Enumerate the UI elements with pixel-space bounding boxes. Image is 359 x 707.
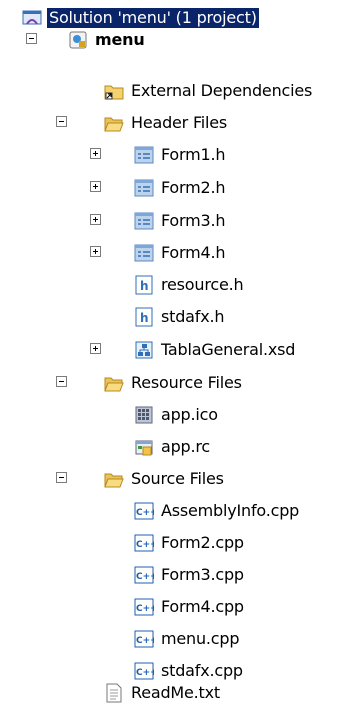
svg-text:C++: C++ <box>136 604 154 614</box>
collapse-toggle[interactable] <box>56 472 67 483</box>
tree-node-label: Form2.h <box>161 178 226 197</box>
tree-node-label: Form3.h <box>161 211 226 230</box>
dataset-schema-icon <box>134 340 154 360</box>
expand-toggle[interactable] <box>90 343 101 354</box>
tree-node-source-files[interactable]: Source Files <box>104 467 226 491</box>
tree-node-file[interactable]: h stdafx.h <box>134 305 226 329</box>
tree-node-label: Resource Files <box>131 373 242 392</box>
tree-node-label: stdafx.h <box>161 307 225 326</box>
folder-open-icon <box>104 113 124 133</box>
tree-node-file[interactable]: C++ Form2.cpp <box>134 531 246 555</box>
svg-text:h: h <box>140 279 149 293</box>
tree-node-label: Form4.h <box>161 243 226 262</box>
expand-toggle[interactable] <box>90 148 101 159</box>
tree-node-file[interactable]: h resource.h <box>134 273 245 297</box>
header-file-icon: h <box>134 307 154 327</box>
svg-text:C++: C++ <box>136 572 154 582</box>
cpp-file-icon: C++ <box>134 629 158 649</box>
text-file-icon <box>104 683 124 703</box>
collapse-toggle[interactable] <box>56 116 67 127</box>
tree-node-file[interactable]: app.ico <box>134 403 220 427</box>
tree-node-project[interactable]: menu <box>68 28 147 52</box>
tree-node-label: menu <box>95 30 145 49</box>
tree-node-label: Form3.cpp <box>161 565 244 584</box>
folder-open-icon <box>104 373 124 393</box>
tree-node-label: Form1.h <box>161 145 226 164</box>
tree-node-file[interactable]: Form3.h <box>134 209 227 233</box>
tree-node-label: menu.cpp <box>161 629 240 648</box>
tree-node-file[interactable]: C++ AssemblyInfo.cpp <box>134 499 301 523</box>
header-file-icon: h <box>134 275 154 295</box>
tree-node-file[interactable]: Form4.h <box>134 241 227 265</box>
tree-node-label: TablaGeneral.xsd <box>161 340 296 359</box>
expand-toggle[interactable] <box>90 246 101 257</box>
svg-text:C++: C++ <box>136 540 154 550</box>
svg-text:C++: C++ <box>136 636 154 646</box>
icon-file-icon <box>134 405 154 425</box>
svg-text:h: h <box>140 311 149 325</box>
tree-node-label: app.rc <box>161 437 211 456</box>
tree-node-label: Source Files <box>131 469 224 488</box>
folder-shortcut-icon <box>104 81 124 101</box>
tree-node-file[interactable]: C++ Form4.cpp <box>134 595 246 619</box>
tree-node-file[interactable]: Form1.h <box>134 143 227 167</box>
cpp-file-icon: C++ <box>134 533 158 553</box>
cpp-file-icon: C++ <box>134 661 158 681</box>
tree-node-label: External Dependencies <box>131 81 313 100</box>
resource-script-icon <box>134 437 154 457</box>
tree-node-external-dependencies[interactable]: External Dependencies <box>104 79 314 103</box>
tree-node-label: resource.h <box>161 275 244 294</box>
cpp-project-icon <box>68 30 88 50</box>
tree-node-file[interactable]: TablaGeneral.xsd <box>134 338 297 362</box>
expand-toggle[interactable] <box>90 214 101 225</box>
tree-node-resource-files[interactable]: Resource Files <box>104 371 244 395</box>
form-header-icon <box>134 178 154 198</box>
form-header-icon <box>134 145 154 165</box>
svg-text:C++: C++ <box>136 508 154 518</box>
folder-open-icon <box>104 469 124 489</box>
tree-node-label: Form2.cpp <box>161 533 244 552</box>
form-header-icon <box>134 211 154 231</box>
tree-node-file[interactable]: C++ Form3.cpp <box>134 563 246 587</box>
tree-node-readme[interactable]: ReadMe.txt <box>104 681 222 705</box>
tree-node-file[interactable]: Form2.h <box>134 176 227 200</box>
form-header-icon <box>134 243 154 263</box>
solution-explorer-tree: Solution 'menu' (1 project) menu Externa… <box>0 0 359 707</box>
tree-node-file[interactable]: C++ menu.cpp <box>134 627 241 651</box>
tree-node-label: Form4.cpp <box>161 597 244 616</box>
collapse-toggle[interactable] <box>56 376 67 387</box>
svg-text:C++: C++ <box>136 668 154 678</box>
tree-node-label: Solution 'menu' (1 project) <box>46 7 260 29</box>
expand-toggle[interactable] <box>90 181 101 192</box>
tree-node-file[interactable]: C++ stdafx.cpp <box>134 659 245 683</box>
tree-node-solution[interactable]: Solution 'menu' (1 project) <box>22 6 260 30</box>
tree-node-label: AssemblyInfo.cpp <box>161 501 300 520</box>
cpp-file-icon: C++ <box>134 501 158 521</box>
collapse-toggle[interactable] <box>26 33 37 44</box>
cpp-file-icon: C++ <box>134 597 158 617</box>
tree-node-label: stdafx.cpp <box>161 661 243 680</box>
tree-node-header-files[interactable]: Header Files <box>104 111 229 135</box>
cpp-file-icon: C++ <box>134 565 158 585</box>
tree-node-label: app.ico <box>161 405 218 424</box>
tree-node-label: Header Files <box>131 113 228 132</box>
tree-node-file[interactable]: app.rc <box>134 435 212 459</box>
solution-icon <box>22 8 42 28</box>
tree-node-label: ReadMe.txt <box>131 683 220 702</box>
